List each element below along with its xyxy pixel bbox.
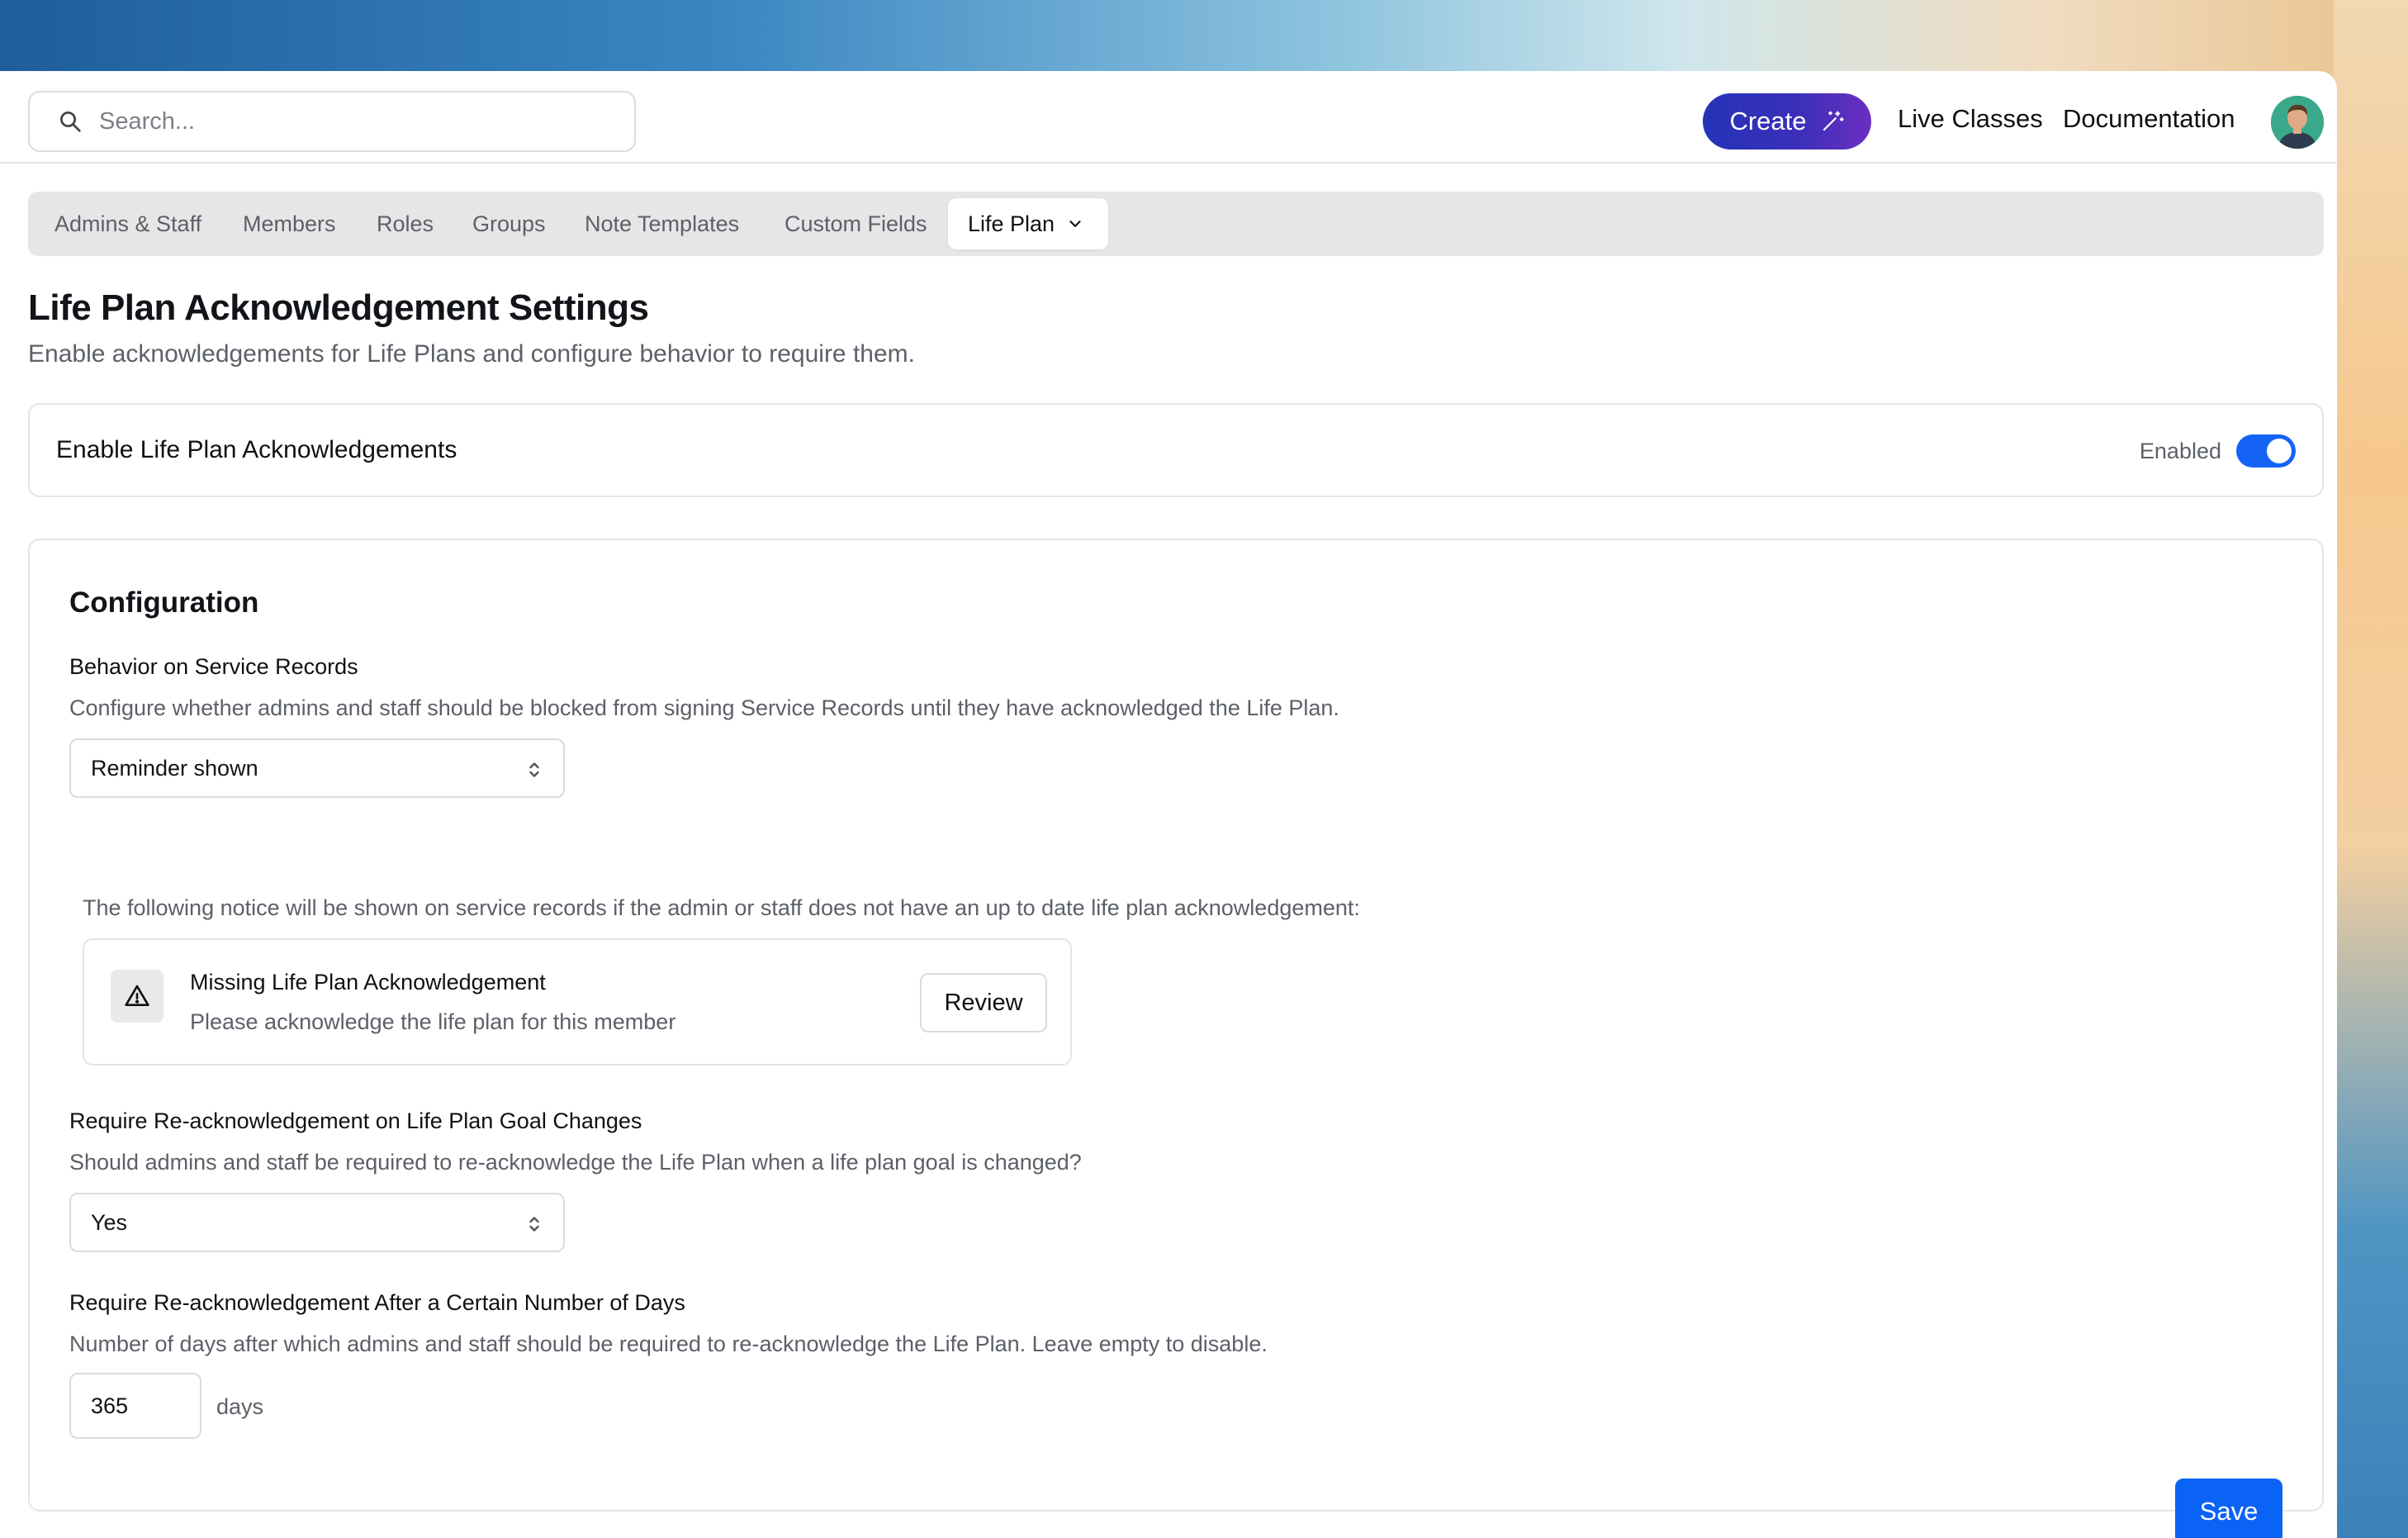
toggle-knob [2267, 439, 2292, 463]
tab-life-plan-label: Life Plan [968, 211, 1055, 236]
behavior-select-value: Reminder shown [91, 755, 258, 781]
search-icon [60, 112, 81, 132]
configuration-title: Configuration [69, 586, 259, 619]
configuration-card: Configuration Behavior on Service Record… [28, 539, 2324, 1538]
search-box[interactable] [28, 91, 636, 152]
enable-status: Enabled [2139, 439, 2221, 463]
tab-groups[interactable]: Groups [472, 211, 546, 237]
enable-toggle[interactable] [2236, 434, 2296, 468]
days-label: Require Re-acknowledgement After a Certa… [69, 1290, 685, 1315]
settings-tabs: Admins & Staff Members Roles Groups Note… [28, 192, 2324, 256]
behavior-description: Configure whether admins and staff shoul… [69, 695, 1339, 720]
page-title: Life Plan Acknowledgement Settings [28, 287, 649, 328]
review-button[interactable]: Review [920, 973, 1047, 1032]
tab-custom-fields[interactable]: Custom Fields [784, 211, 927, 237]
create-button-label: Create [1729, 107, 1807, 135]
days-description: Number of days after which admins and st… [69, 1332, 1268, 1356]
notice-intro: The following notice will be shown on se… [83, 895, 1360, 920]
notice-text: Please acknowledge the life plan for thi… [190, 1009, 676, 1034]
warning-triangle-icon [125, 985, 149, 1006]
behavior-label: Behavior on Service Records [69, 654, 358, 679]
chevron-down-icon [1069, 221, 1081, 227]
behavior-select[interactable]: Reminder shown [69, 738, 565, 798]
chevron-up-down-icon [529, 1217, 539, 1232]
goal-changes-description: Should admins and staff be required to r… [69, 1150, 1082, 1175]
chevron-up-down-icon [529, 762, 539, 777]
top-bar: Create Live Classes Documentation [0, 71, 2337, 164]
tab-admins-staff[interactable]: Admins & Staff [55, 211, 201, 237]
tab-members[interactable]: Members [243, 211, 336, 237]
documentation-link[interactable]: Documentation [2063, 104, 2235, 134]
save-button[interactable]: Save [2175, 1479, 2282, 1538]
user-avatar-icon [2271, 96, 2324, 149]
enable-label: Enable Life Plan Acknowledgements [56, 436, 457, 463]
goal-changes-select-value: Yes [91, 1209, 128, 1235]
days-unit: days [216, 1394, 264, 1419]
magic-wand-icon [1823, 111, 1844, 131]
notice-preview: Missing Life Plan Acknowledgement Please… [83, 938, 1072, 1066]
app-window: Create Live Classes Documentation Admins… [0, 71, 2337, 1538]
tab-roles[interactable]: Roles [377, 211, 434, 237]
days-input[interactable] [69, 1373, 201, 1439]
goal-changes-label: Require Re-acknowledgement on Life Plan … [69, 1108, 642, 1133]
tab-note-templates[interactable]: Note Templates [585, 211, 739, 237]
live-classes-link[interactable]: Live Classes [1898, 104, 2043, 134]
page-subtitle: Enable acknowledgements for Life Plans a… [28, 340, 915, 368]
enable-card: Enable Life Plan Acknowledgements Enable… [28, 403, 2324, 497]
desktop-wallpaper-right [2334, 0, 2408, 1538]
notice-title: Missing Life Plan Acknowledgement [190, 970, 546, 994]
goal-changes-select[interactable]: Yes [69, 1193, 565, 1252]
create-button[interactable]: Create [1703, 93, 1871, 150]
notice-icon-box [111, 970, 164, 1023]
search-input[interactable] [99, 107, 595, 135]
tab-life-plan[interactable]: Life Plan [948, 198, 1108, 249]
avatar[interactable] [2271, 96, 2324, 149]
desktop-wallpaper-top [0, 0, 2408, 74]
